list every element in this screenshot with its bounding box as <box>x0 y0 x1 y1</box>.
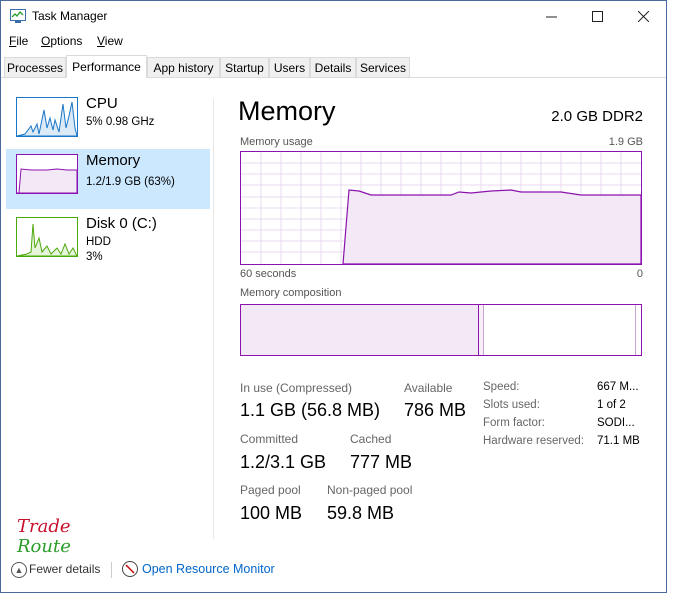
fewer-details-link[interactable]: Fewer details <box>29 562 100 576</box>
non-paged-pool-value: 59.8 MB <box>327 503 395 523</box>
in-use-value: 1.1 GB (56.8 MB) <box>240 400 381 420</box>
composition-in-use <box>241 305 479 355</box>
cached-label: Cached <box>350 432 392 446</box>
non-paged-pool-label: Non-paged pool <box>327 483 413 497</box>
menu-options[interactable]: Options <box>41 34 82 48</box>
composition-modified <box>479 305 484 355</box>
tab-processes[interactable]: Processes <box>4 57 66 77</box>
graph-time-left: 60 seconds <box>240 268 297 280</box>
memory-thumbnail-graph <box>16 154 78 194</box>
speed-value: 667 M... <box>597 381 639 393</box>
menu-view[interactable]: View <box>97 34 123 48</box>
available-label: Available <box>404 381 453 395</box>
sidebar-item-disk[interactable]: Disk 0 (C:) HDD 3% <box>6 212 210 272</box>
title-bar: Task Manager <box>1 1 666 31</box>
graph-time-right: 0 <box>636 268 643 280</box>
sidebar-memory-usage: 1.2/1.9 GB (63%) <box>86 176 175 188</box>
hardware-reserved-value: 71.1 MB <box>597 435 640 447</box>
sidebar-disk-title: Disk 0 (C:) <box>86 215 157 232</box>
memory-usage-max: 1.9 GB <box>608 136 643 148</box>
close-icon <box>637 10 649 22</box>
form-factor-label: Form factor: <box>483 417 545 429</box>
slots-used-label: Slots used: <box>483 399 540 411</box>
close-button[interactable] <box>620 1 666 31</box>
cached-value: 777 MB <box>350 452 413 472</box>
tab-details[interactable]: Details <box>310 57 356 77</box>
watermark-logo: Trade Route <box>17 516 71 557</box>
window-title: Task Manager <box>32 9 108 23</box>
disk-thumbnail-graph <box>16 217 78 257</box>
composition-free-marker <box>635 305 636 355</box>
chevron-up-icon[interactable]: ▲ <box>11 562 27 578</box>
page-title: Memory <box>238 96 336 126</box>
sidebar-cpu-usage: 5% 0.98 GHz <box>86 116 155 128</box>
sidebar-item-memory[interactable]: Memory 1.2/1.9 GB (63%) <box>6 149 210 209</box>
sidebar-memory-title: Memory <box>86 152 141 169</box>
maximize-icon <box>591 10 603 22</box>
sidebar-item-cpu[interactable]: CPU 5% 0.98 GHz <box>6 92 210 152</box>
tab-performance[interactable]: Performance <box>66 55 147 78</box>
task-manager-window: Task Manager File Options View Processes… <box>0 0 667 593</box>
memory-composition-bar <box>240 304 642 356</box>
footer-separator <box>111 562 112 578</box>
committed-label: Committed <box>240 432 299 446</box>
sidebar-disk-type: HDD <box>86 236 111 248</box>
tab-users[interactable]: Users <box>269 57 310 77</box>
paged-pool-label: Paged pool <box>240 483 301 497</box>
maximize-button[interactable] <box>574 1 620 31</box>
paged-pool-value: 100 MB <box>240 503 303 523</box>
open-resource-monitor-link[interactable]: Open Resource Monitor <box>142 562 275 576</box>
task-manager-icon <box>10 9 26 23</box>
form-factor-value: SODI... <box>597 417 635 429</box>
sidebar-disk-usage: 3% <box>86 251 103 263</box>
tab-startup[interactable]: Startup <box>220 57 269 77</box>
committed-value: 1.2/3.1 GB <box>240 452 327 472</box>
memory-usage-graph <box>240 151 642 265</box>
tab-services[interactable]: Services <box>356 57 410 77</box>
memory-composition-label: Memory composition <box>240 287 342 299</box>
speed-label: Speed: <box>483 381 520 393</box>
tab-bar: Processes Performance App history Startu… <box>1 55 666 78</box>
panel-divider <box>213 99 214 539</box>
tab-app-history[interactable]: App history <box>147 57 220 77</box>
available-value: 786 MB <box>404 400 467 420</box>
in-use-label: In use (Compressed) <box>240 381 353 395</box>
minimize-button[interactable] <box>528 1 574 31</box>
footer-bar: ▲ Fewer details Open Resource Monitor <box>1 557 666 583</box>
hardware-reserved-label: Hardware reserved: <box>483 435 584 447</box>
memory-usage-label: Memory usage <box>240 136 313 148</box>
resource-monitor-icon[interactable] <box>122 561 138 577</box>
cpu-thumbnail-graph <box>16 97 78 137</box>
slots-used-value: 1 of 2 <box>597 399 626 411</box>
memory-spec: 2.0 GB DDR2 <box>551 108 643 125</box>
minimize-icon <box>545 16 557 17</box>
menu-file[interactable]: File <box>9 34 28 48</box>
sidebar-cpu-title: CPU <box>86 95 118 112</box>
